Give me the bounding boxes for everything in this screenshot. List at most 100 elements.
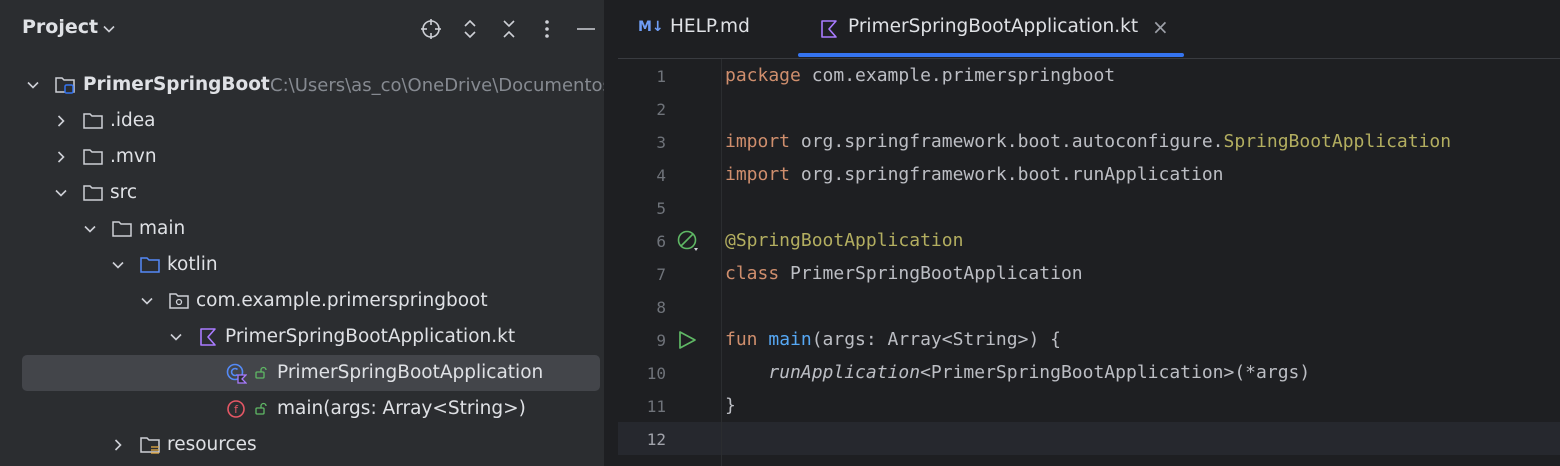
active-tab-indicator bbox=[798, 53, 1184, 57]
code-line-9[interactable]: fun main(args: Array<String>) { bbox=[725, 329, 1061, 350]
collapse-all-icon bbox=[503, 20, 515, 38]
chevron-down-icon[interactable] bbox=[102, 22, 116, 36]
folder-icon bbox=[83, 113, 103, 129]
close-icon[interactable]: × bbox=[1152, 15, 1169, 39]
markdown-icon: M↓ bbox=[638, 19, 664, 35]
code-text: (args: Array<String>) { bbox=[811, 329, 1061, 350]
tree-row-class[interactable]: PrimerSpringBootApplication bbox=[0, 355, 604, 391]
project-path: C:\Users\as_co\OneDrive\Documentos bbox=[270, 75, 604, 96]
tree-label: main bbox=[139, 218, 186, 239]
tree-label: PrimerSpringBootApplication.kt bbox=[225, 326, 516, 347]
line-number: 10 bbox=[646, 364, 666, 383]
expand-all-button[interactable] bbox=[457, 16, 483, 42]
code-line-12[interactable] bbox=[725, 428, 1555, 456]
tree-row-project-root[interactable]: PrimerSpringBoot C:\Users\as_co\OneDrive… bbox=[0, 67, 604, 103]
line-number: 8 bbox=[656, 298, 666, 317]
chevron-down-icon[interactable] bbox=[54, 186, 68, 200]
source-root-folder-icon bbox=[140, 257, 160, 273]
code-text: com.example.primerspringboot bbox=[800, 65, 1116, 86]
keyword: fun bbox=[725, 329, 758, 350]
line-number: 11 bbox=[646, 397, 666, 416]
tab-label: HELP.md bbox=[670, 16, 750, 37]
chevron-right-icon[interactable] bbox=[54, 114, 68, 128]
chevron-down-icon[interactable] bbox=[83, 222, 97, 236]
code-line-6[interactable]: @SpringBootApplication bbox=[725, 230, 963, 251]
tree-row-function[interactable]: f main(args: Array<String>) bbox=[0, 391, 604, 427]
chevron-down-icon[interactable] bbox=[140, 294, 154, 308]
tree-label: main(args: Array<String>) bbox=[277, 398, 526, 419]
project-folder-icon bbox=[55, 77, 75, 94]
kotlin-class-icon bbox=[226, 363, 247, 384]
minimize-icon bbox=[577, 28, 595, 30]
crosshair-icon bbox=[421, 19, 441, 39]
folder-icon bbox=[83, 149, 103, 165]
keyword: import bbox=[725, 164, 791, 185]
line-number: 1 bbox=[656, 67, 666, 86]
spring-bean-gutter-icon[interactable] bbox=[676, 229, 700, 253]
line-number: 7 bbox=[656, 265, 666, 284]
tree-row-kotlin[interactable]: kotlin bbox=[0, 247, 604, 283]
project-panel-header: Project bbox=[0, 0, 604, 58]
code-text: PrimerSpringBootApplication bbox=[779, 263, 1083, 284]
chevron-right-icon[interactable] bbox=[111, 438, 125, 452]
line-number: 5 bbox=[656, 199, 666, 218]
tab-primer-spring-boot-application-kt[interactable]: PrimerSpringBootApplication.kt × bbox=[798, 0, 1184, 59]
chevron-right-icon[interactable] bbox=[54, 150, 68, 164]
line-number: 6 bbox=[656, 232, 666, 251]
annotation: @SpringBootApplication bbox=[725, 230, 964, 251]
code-line-10[interactable]: runApplication<PrimerSpringBootApplicati… bbox=[725, 362, 1310, 383]
function-call: runApplication bbox=[768, 362, 921, 383]
kotlin-file-icon bbox=[821, 20, 837, 38]
more-vertical-icon bbox=[545, 20, 549, 38]
tree-label: .mvn bbox=[110, 146, 157, 167]
resources-folder-icon bbox=[140, 437, 160, 454]
code-line-7[interactable]: class PrimerSpringBootApplication bbox=[725, 263, 1083, 284]
expand-all-icon bbox=[464, 19, 476, 39]
public-visibility-icon bbox=[255, 402, 267, 415]
tree-label: .idea bbox=[110, 110, 156, 131]
function-icon: f bbox=[227, 400, 245, 418]
tree-row-src[interactable]: src bbox=[0, 175, 604, 211]
tab-help-md[interactable]: M↓ HELP.md bbox=[618, 0, 788, 59]
project-panel-title[interactable]: Project bbox=[22, 16, 98, 38]
line-number: 9 bbox=[656, 331, 666, 350]
tree-label: kotlin bbox=[167, 254, 218, 275]
tree-row-main[interactable]: main bbox=[0, 211, 604, 247]
kotlin-file-icon bbox=[200, 328, 216, 346]
tree-label: resources bbox=[167, 434, 257, 455]
code-text: org.springframework.boot.runApplication bbox=[790, 164, 1224, 185]
line-number: 3 bbox=[656, 133, 666, 152]
project-tool-window: Project PrimerSpringBoot C:\Users\as_co\… bbox=[0, 0, 604, 466]
tree-row-idea[interactable]: .idea bbox=[0, 103, 604, 139]
keyword: import bbox=[725, 131, 791, 152]
code-text: <PrimerSpringBootApplication>(*args) bbox=[920, 362, 1311, 383]
editor-tab-bar: M↓ HELP.md PrimerSpringBootApplication.k… bbox=[618, 0, 1560, 59]
tree-label: PrimerSpringBoot bbox=[83, 74, 270, 95]
tab-label: PrimerSpringBootApplication.kt bbox=[848, 16, 1139, 37]
hide-panel-button[interactable] bbox=[573, 16, 599, 42]
tree-label: PrimerSpringBootApplication bbox=[277, 362, 544, 383]
code-editor: M↓ HELP.md PrimerSpringBootApplication.k… bbox=[618, 0, 1560, 466]
run-gutter-icon[interactable] bbox=[676, 329, 698, 351]
options-menu-button[interactable] bbox=[534, 16, 560, 42]
package-icon bbox=[169, 293, 189, 309]
tree-row-resources[interactable]: resources bbox=[0, 427, 604, 463]
tree-row-package[interactable]: com.example.primerspringboot bbox=[0, 283, 604, 319]
svg-text:f: f bbox=[234, 403, 239, 416]
annotation-ref: SpringBootApplication bbox=[1223, 131, 1452, 152]
folder-icon bbox=[83, 185, 103, 201]
collapse-all-button[interactable] bbox=[496, 16, 522, 42]
locate-file-button[interactable] bbox=[418, 16, 444, 42]
chevron-down-icon[interactable] bbox=[111, 258, 125, 272]
tree-row-kotlin-file[interactable]: PrimerSpringBootApplication.kt bbox=[0, 319, 604, 355]
tree-row-mvn[interactable]: .mvn bbox=[0, 139, 604, 175]
public-visibility-icon bbox=[255, 366, 267, 379]
chevron-down-icon[interactable] bbox=[169, 330, 183, 344]
chevron-down-icon[interactable] bbox=[26, 78, 40, 92]
code-line-4[interactable]: import org.springframework.boot.runAppli… bbox=[725, 164, 1224, 185]
code-line-11[interactable]: } bbox=[725, 395, 736, 416]
code-line-3[interactable]: import org.springframework.boot.autoconf… bbox=[725, 131, 1451, 152]
code-text: } bbox=[725, 395, 736, 416]
code-line-1[interactable]: package com.example.primerspringboot bbox=[725, 65, 1115, 86]
